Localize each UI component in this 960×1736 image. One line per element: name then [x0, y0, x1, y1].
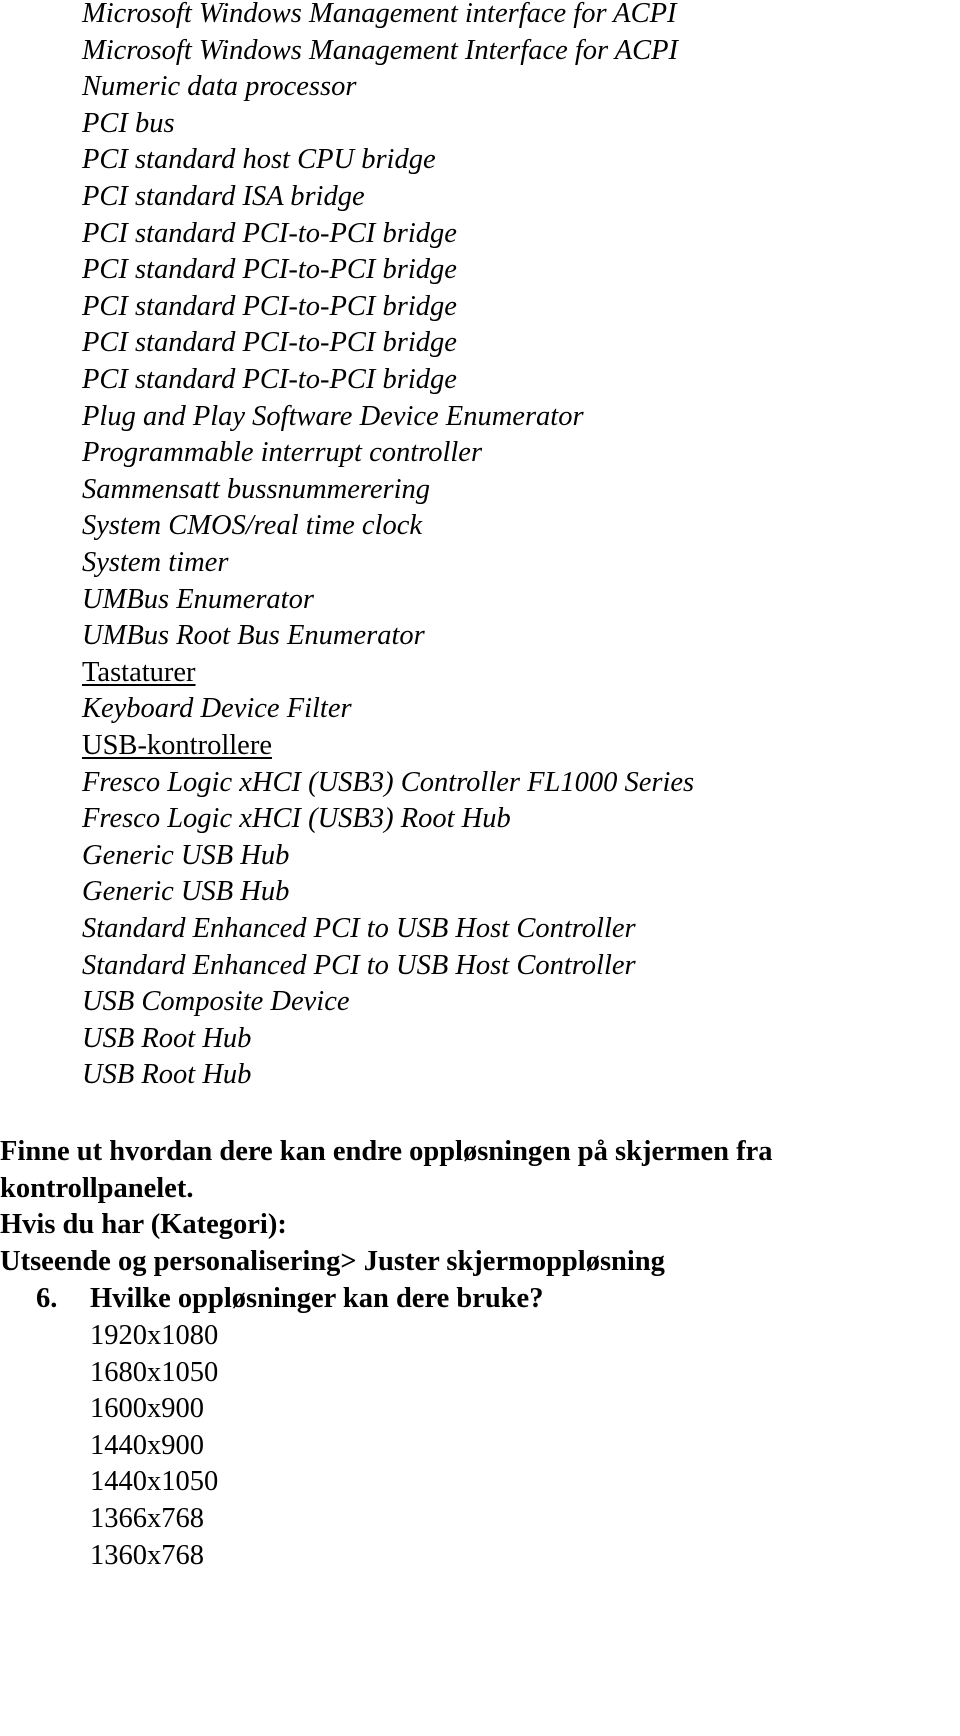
device-item: UMBus Root Bus Enumerator — [82, 620, 425, 652]
device-item: Generic USB Hub — [82, 839, 290, 871]
resolution-item: 1366x768 — [90, 1503, 204, 1534]
resolution-item: 1440x900 — [90, 1429, 204, 1461]
device-item: Generic USB Hub — [82, 876, 290, 908]
device-item: System CMOS/real time clock — [82, 510, 423, 542]
device-item: Standard Enhanced PCI to USB Host Contro… — [82, 913, 636, 944]
device-item: Numeric data processor — [82, 71, 357, 103]
device-item: Programmable interrupt controller — [82, 437, 483, 469]
device-item: USB Root Hub — [82, 1059, 252, 1091]
device-item: PCI standard PCI-to-PCI bridge — [82, 364, 457, 395]
resolution-item: 1440x1050 — [90, 1466, 219, 1498]
device-item: PCI standard ISA bridge — [82, 181, 365, 212]
device-item: Fresco Logic xHCI (USB3) Controller FL10… — [82, 766, 695, 798]
resolution-item: 1360x768 — [90, 1539, 204, 1571]
device-item: PCI standard PCI-to-PCI bridge — [82, 217, 457, 249]
device-item: PCI standard host CPU bridge — [82, 144, 436, 176]
device-item: Sammensatt bussnummerering — [82, 473, 431, 505]
device-item: Plug and Play Software Device Enumerator — [82, 400, 584, 432]
device-item: Microsoft Windows Management Interface f… — [82, 34, 679, 66]
category-heading-keyboards: Tastaturer — [82, 656, 196, 688]
task-heading-line-1: Finne ut hvordan dere kan endre oppløsni… — [0, 1136, 773, 1167]
resolution-item: 1680x1050 — [90, 1356, 219, 1388]
device-item: Standard Enhanced PCI to USB Host Contro… — [82, 949, 636, 981]
device-item: PCI standard PCI-to-PCI bridge — [82, 254, 457, 286]
resolution-item: 1920x1080 — [90, 1320, 219, 1351]
task-heading-line-2: kontrollpanelet. — [0, 1173, 194, 1204]
device-item: Microsoft Windows Management interface f… — [82, 0, 677, 29]
device-item: PCI bus — [82, 107, 175, 139]
device-item: Fresco Logic xHCI (USB3) Root Hub — [82, 803, 511, 835]
question-number: 6. — [36, 1283, 58, 1314]
device-item: PCI standard PCI-to-PCI bridge — [82, 290, 457, 322]
device-item: UMBus Enumerator — [82, 583, 314, 615]
device-item: USB Composite Device — [82, 986, 350, 1018]
category-label: Hvis du har (Kategori): — [0, 1209, 287, 1240]
device-item: System timer — [82, 547, 229, 578]
device-item: USB Root Hub — [82, 1022, 252, 1054]
category-heading-usb: USB-kontrollere — [82, 730, 272, 761]
question-text: Hvilke oppløsninger kan dere bruke? — [90, 1283, 544, 1314]
device-item: Keyboard Device Filter — [82, 693, 352, 725]
settings-path: Utseende og personalisering> Juster skje… — [0, 1246, 665, 1277]
device-item: PCI standard PCI-to-PCI bridge — [82, 327, 457, 359]
resolution-item: 1600x900 — [90, 1393, 204, 1425]
